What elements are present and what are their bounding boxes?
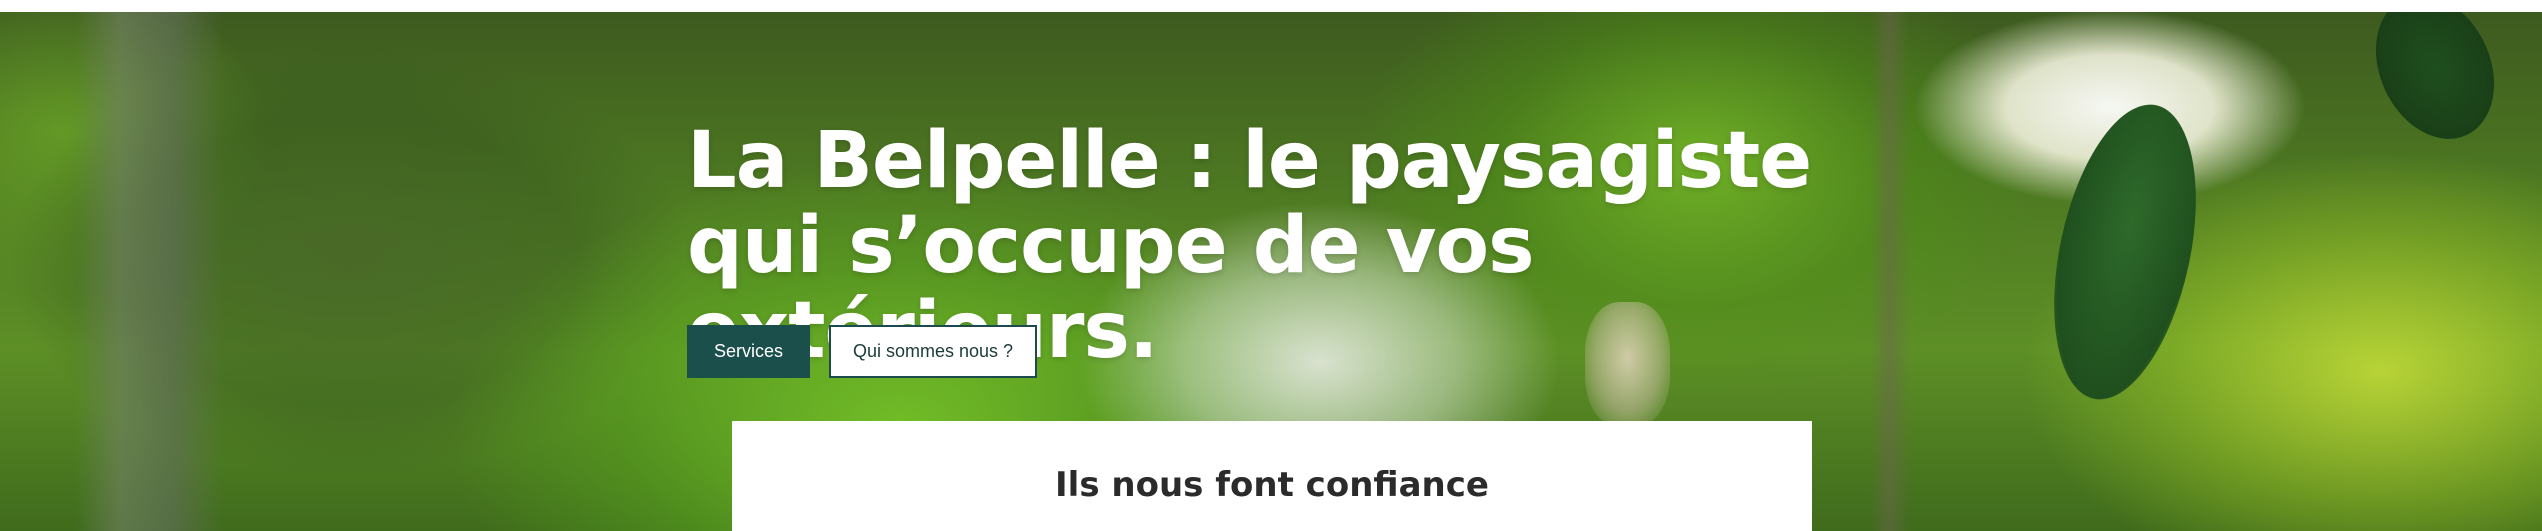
about-us-button[interactable]: Qui sommes nous ? — [829, 325, 1037, 378]
foreground-leaf — [2030, 91, 2220, 413]
background-tree-trunk — [75, 12, 225, 531]
trust-section: Ils nous font confiance — [732, 421, 1812, 531]
services-button[interactable]: Services — [687, 325, 810, 378]
trust-section-title: Ils nous font confiance — [1055, 465, 1489, 505]
foreground-leaf-top — [2353, 12, 2517, 159]
